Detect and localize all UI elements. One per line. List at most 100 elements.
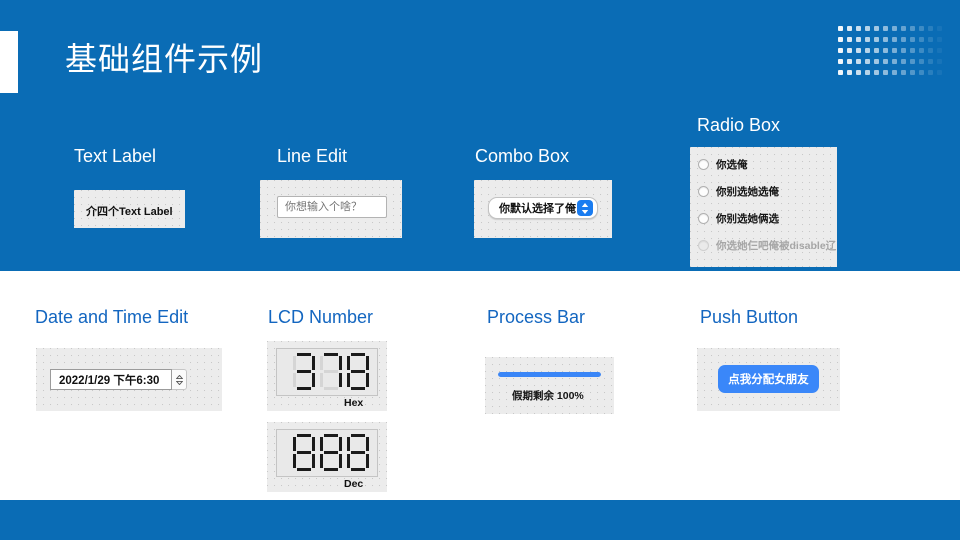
radio-option-label: 你选她仨吧俺被disable辽 [716,240,837,252]
progress-bar-label: 假期剩余 100% [512,390,584,402]
dot [892,48,897,53]
lcd-segment [297,370,311,373]
dot [883,26,888,31]
dot [838,70,843,75]
text-label-widget: 介四个Text Label [86,206,173,218]
lcd-segment [297,387,311,390]
radio-option-1[interactable]: 你别选她选俺 [698,184,779,199]
dot [856,37,861,42]
dot [928,48,933,53]
radio-option-2[interactable]: 你别选她俩选 [698,211,779,226]
dot [874,48,879,53]
dot [847,59,852,64]
dot [838,59,843,64]
line-edit-input[interactable] [277,196,387,218]
lcd-segment [312,373,315,387]
lcd-segment [351,353,365,356]
radio-dot-icon[interactable] [698,213,709,224]
lcd-segment [324,468,338,471]
dot [937,48,942,53]
dot [865,26,870,31]
lcd-segment [339,356,342,370]
lcd-digit [320,434,342,472]
page-title: 基础组件示例 [65,41,264,77]
dot [865,70,870,75]
lcd-segment [339,454,342,468]
radio-dot-icon[interactable] [698,159,709,170]
dot [937,26,942,31]
lcd-segment [366,373,369,387]
dot [910,70,915,75]
date-time-edit-widget[interactable]: 2022/1/29 下午6:30 [50,369,187,390]
lcd-segment [351,370,365,373]
radio-option-3-disabled: 你选她仨吧俺被disable辽 [698,238,836,253]
dot [874,37,879,42]
lcd-digit [293,353,315,391]
lcd-digit [347,434,369,472]
lcd-segment [351,387,365,390]
dot [910,48,915,53]
dot [919,37,924,42]
push-button[interactable]: 点我分配女朋友 [718,365,819,393]
lcd-segment [366,454,369,468]
lcd-digit [347,353,369,391]
lcd-segment [347,454,350,468]
dot [928,26,933,31]
combo-box-value: 你默认选择了俺 [499,203,576,215]
lcd-segment [366,356,369,370]
lcd-segment [339,373,342,387]
dot [937,70,942,75]
lcd-segment [320,437,323,451]
lcd-panel-hex: Hex [267,341,387,411]
dot [919,48,924,53]
dot [838,48,843,53]
lcd-segment [324,370,338,373]
date-time-value[interactable]: 2022/1/29 下午6:30 [50,369,172,390]
combo-box-select[interactable]: 你默认选择了俺 [488,197,598,219]
combo-box-panel: 你默认选择了俺 [474,180,612,238]
dot [883,48,888,53]
lcd-segment [297,468,311,471]
lcd-segment [320,373,323,387]
lcd-segment [339,437,342,451]
lcd-segment [312,437,315,451]
push-button-panel: 点我分配女朋友 [697,348,840,411]
chevron-up-down-icon[interactable] [577,200,593,216]
lcd-segment [351,434,365,437]
dot [928,37,933,42]
dot [874,59,879,64]
section-heading-date-time-edit: Date and Time Edit [35,307,189,327]
process-bar-panel: 假期剩余 100% [485,357,614,414]
dot [847,48,852,53]
slide-canvas: 基础组件示例 Text Label 介四个Text Label Line Edi… [0,0,960,540]
dot [892,59,897,64]
dot [901,70,906,75]
lcd-segment [297,434,311,437]
radio-option-label: 你别选她选俺 [716,186,779,198]
radio-option-label: 你选俺 [716,159,748,171]
dot [910,26,915,31]
dot [865,48,870,53]
lcd-segment [324,353,338,356]
dot [865,37,870,42]
dot [937,59,942,64]
lcd-segment [293,454,296,468]
spinner-arrows-icon[interactable] [172,369,187,390]
section-heading-radio-box: Radio Box [697,115,781,135]
radio-option-0[interactable]: 你选俺 [698,157,748,172]
dot [883,59,888,64]
lcd-segment [347,373,350,387]
dot [874,26,879,31]
dot [856,70,861,75]
radio-box-panel: 你选俺 你别选她选俺 你别选她俩选 你选她仨吧俺被disable辽 [690,147,837,267]
dot [901,37,906,42]
dot [847,37,852,42]
lcd-digit [320,353,342,391]
dot [928,59,933,64]
dot [838,26,843,31]
radio-dot-icon[interactable] [698,186,709,197]
dot [847,70,852,75]
section-heading-text-label: Text Label [74,146,157,166]
dot [847,26,852,31]
lcd-digit [293,434,315,472]
